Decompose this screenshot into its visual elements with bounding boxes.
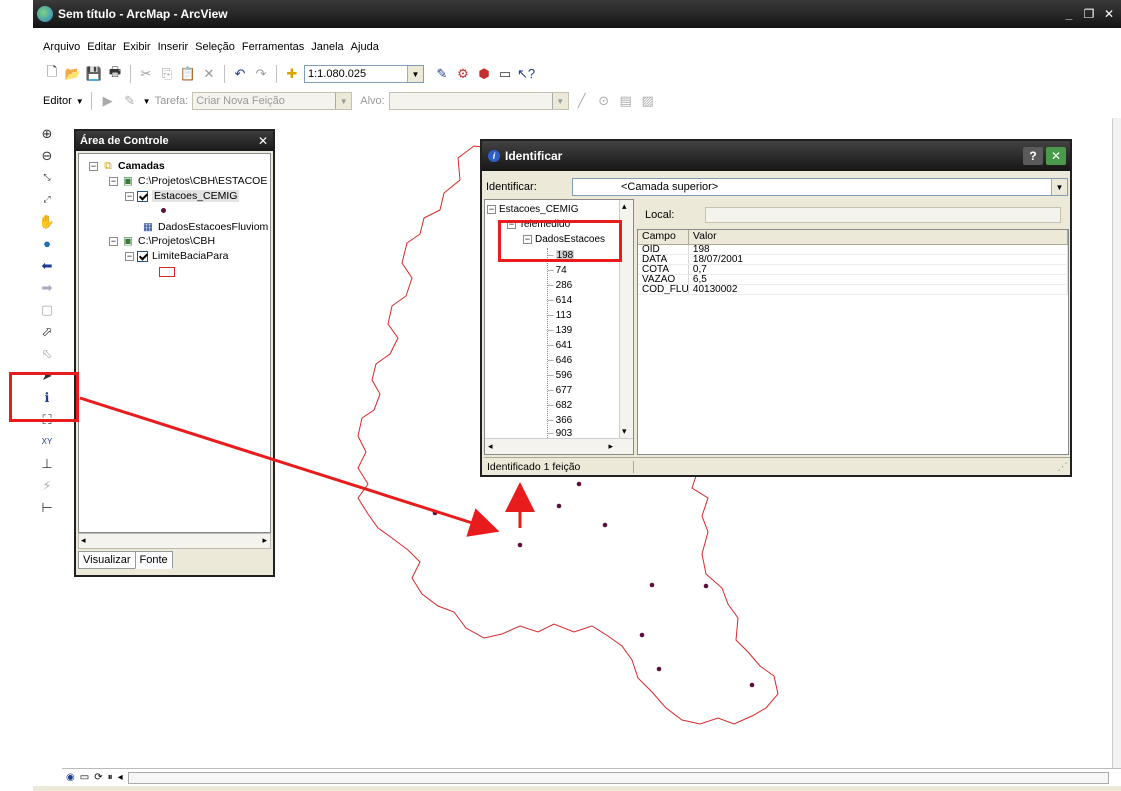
annotation-arrow-to-map [79, 396, 500, 537]
annotation-arrows [79, 396, 535, 537]
